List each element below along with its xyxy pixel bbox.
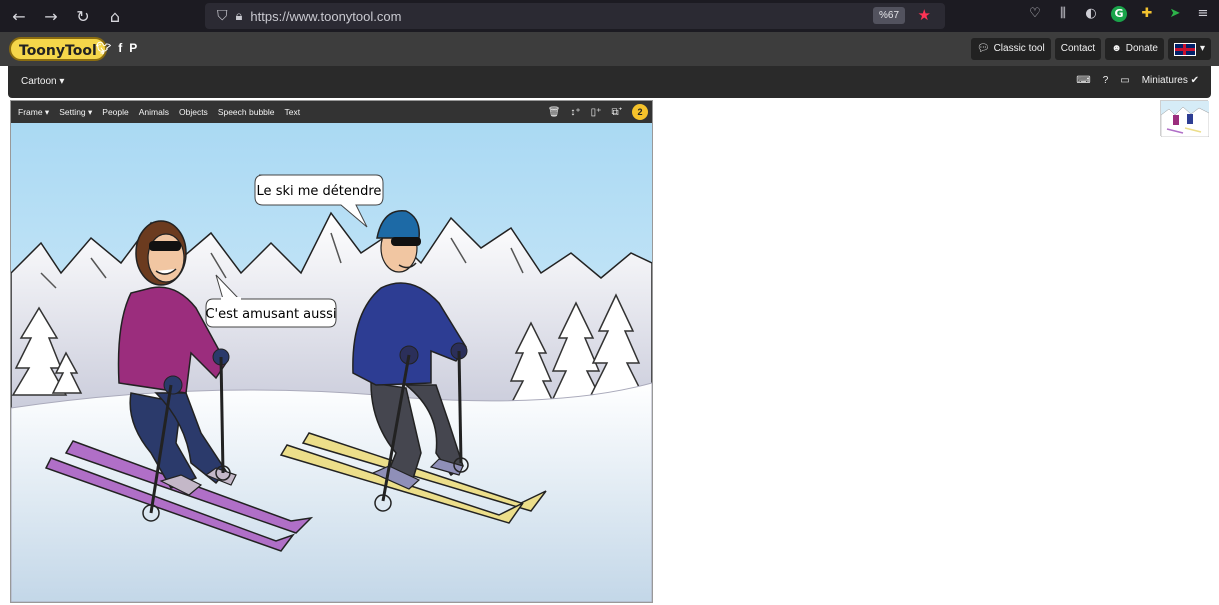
contact-button[interactable]: Contact [1054, 38, 1102, 60]
bookmark-star-icon[interactable]: ★ [918, 6, 931, 24]
zoom-badge[interactable]: %67 [872, 7, 905, 24]
address-bar[interactable]: ⛉ 🔒︎ https://www.toonytool.com %67 ★ [205, 3, 945, 29]
back-icon[interactable]: ← [6, 7, 32, 26]
menu-speech-bubble[interactable]: Speech bubble [218, 107, 275, 117]
comic-canvas[interactable]: Le ski me détendre C'est amusant aussi [11, 123, 652, 602]
miniatures-toggle[interactable]: Miniatures ✔ [1142, 75, 1199, 86]
facebook-icon[interactable]: f [118, 41, 122, 55]
donate-label: Donate [1125, 43, 1158, 54]
toonytool-logo[interactable]: ToonyTool [9, 37, 107, 61]
editor-tools: 🗑︎ ↕⁺ ▯⁺ ⧉⁺ 2 [548, 104, 648, 120]
menu-animals[interactable]: Animals [139, 107, 169, 117]
toolbar-actions: ⌨ ? ▭ Miniatures ✔ [1076, 75, 1199, 86]
url-text[interactable]: https://www.toonytool.com [250, 9, 401, 24]
menu-objects[interactable]: Objects [179, 107, 208, 117]
category-dropdown[interactable]: Cartoon ▾ [21, 76, 64, 87]
site-header: ToonyTool 🐦︎ f P 💬︎ Classic tool Contact… [0, 32, 1219, 66]
uk-flag-icon [1173, 42, 1196, 56]
resize-icon[interactable]: ↕⁺ [570, 107, 580, 118]
contact-label: Contact [1060, 43, 1096, 54]
thumbnail-preview [1160, 101, 1210, 138]
chevron-down-icon: ▾ [1199, 43, 1205, 54]
fullscreen-icon[interactable]: ▭ [1120, 75, 1129, 86]
menu-frame[interactable]: Frame ▾ [18, 107, 49, 118]
keyboard-icon[interactable]: ⌨ [1076, 75, 1090, 86]
app-toolbar: Cartoon ▾ ⌨ ? ▭ Miniatures ✔ [8, 66, 1211, 98]
reload-icon[interactable]: ↻ [70, 7, 96, 26]
speech-icon: 💬︎ [976, 43, 990, 54]
frame-count-badge[interactable]: 2 [632, 104, 648, 120]
puzzle-icon[interactable]: ✚ [1139, 6, 1155, 22]
forward-icon[interactable]: → [38, 7, 64, 26]
help-icon[interactable]: ? [1103, 75, 1109, 86]
language-dropdown[interactable]: ▾ [1167, 38, 1211, 60]
speech-text-man: Le ski me détendre [257, 184, 382, 199]
arrow-extension-icon[interactable]: ➤ [1167, 6, 1183, 22]
user-icon: ☻ [1111, 43, 1122, 54]
extension-icon[interactable]: ◐ [1083, 6, 1099, 22]
twitter-icon[interactable]: 🐦︎ [96, 41, 111, 55]
add-frame-icon[interactable]: ▯⁺ [591, 107, 602, 118]
frame-thumbnail[interactable] [1160, 100, 1210, 138]
pinterest-icon[interactable]: P [129, 41, 137, 55]
snow-slope [11, 382, 652, 602]
social-links: 🐦︎ f P [96, 41, 137, 55]
menu-icon[interactable]: ≡ [1195, 6, 1211, 22]
grammarly-icon[interactable]: G [1111, 6, 1127, 22]
browser-toolbar: ← → ↻ ⌂ ⛉ 🔒︎ https://www.toonytool.com %… [0, 0, 1219, 32]
extensions-area: ♡ ⫼ ◐ G ✚ ➤ ≡ [1027, 6, 1211, 22]
menu-setting[interactable]: Setting ▾ [59, 107, 92, 118]
lock-icon[interactable]: 🔒︎ [236, 9, 243, 24]
header-actions: 💬︎ Classic tool Contact ☻ Donate ▾ [970, 38, 1211, 60]
duplicate-frame-icon[interactable]: ⧉⁺ [611, 107, 622, 118]
menu-text[interactable]: Text [285, 107, 301, 117]
library-icon[interactable]: ⫼ [1055, 6, 1071, 22]
editor-menu: Frame ▾ Setting ▾ People Animals Objects… [11, 101, 652, 123]
classic-tool-label: Classic tool [993, 43, 1045, 54]
shield-icon[interactable]: ⛉ [217, 8, 228, 24]
speech-text-woman: C'est amusant aussi [205, 307, 336, 322]
menu-people[interactable]: People [102, 107, 128, 117]
home-icon[interactable]: ⌂ [102, 7, 128, 26]
trash-icon[interactable]: 🗑︎ [548, 107, 561, 118]
comic-editor: Frame ▾ Setting ▾ People Animals Objects… [10, 100, 653, 603]
classic-tool-button[interactable]: 💬︎ Classic tool [970, 38, 1051, 60]
pocket-icon[interactable]: ♡ [1027, 6, 1043, 22]
donate-button[interactable]: ☻ Donate [1105, 38, 1164, 60]
